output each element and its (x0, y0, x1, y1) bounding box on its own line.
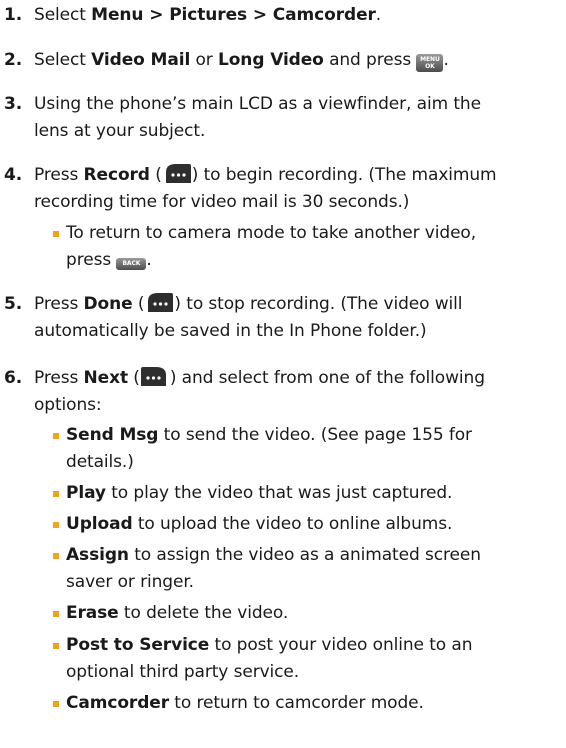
step-text: lens at your subject. (34, 121, 206, 141)
softkey-label-record: Record (83, 165, 150, 185)
option-long-video: Long Video (218, 50, 324, 70)
bullet-marker (53, 701, 59, 707)
option-camcorder: Camcorder to return to camcorder mode. (0, 690, 566, 717)
bullet-marker (53, 553, 59, 559)
option-label: Upload (66, 514, 133, 534)
option-text: to delete the video. (118, 603, 289, 623)
option-text: to assign the video as a animated screen (128, 545, 481, 565)
step-text: ( (128, 368, 140, 388)
step-text: ) and select from one of the following (169, 368, 485, 388)
softkey-ellipsis-icon (140, 365, 170, 387)
bullet-text: press (66, 250, 117, 270)
step-number: 4. (4, 165, 23, 185)
option-text: saver or ringer. (66, 572, 194, 592)
bullet-marker (53, 433, 59, 439)
option-label: Assign (66, 545, 129, 565)
option-text: to post your video online to an (209, 635, 473, 655)
bullet-marker (53, 643, 59, 649)
step-number: 3. (4, 94, 23, 114)
step-text: . (443, 50, 449, 70)
softkey-ellipsis-icon (162, 162, 192, 184)
step-number: 5. (4, 294, 23, 314)
option-label: Play (66, 483, 106, 503)
option-label: Send Msg (66, 425, 159, 445)
back-key-icon: BACK (116, 258, 147, 270)
step-text: ) to begin recording. (The maximum (191, 165, 497, 185)
bullet-marker (53, 611, 59, 617)
option-text: to send the video. (See page 155 for (158, 425, 472, 445)
step-text: ) to stop recording. (The video will (174, 294, 463, 314)
step-text: Select (34, 5, 92, 25)
option-label: Camcorder (66, 693, 169, 713)
option-text: to return to camcorder mode. (168, 693, 424, 713)
step-text: Using the phone’s main LCD as a viewfind… (34, 94, 481, 114)
step-text: . (375, 5, 382, 25)
step-text: recording time for video mail is 30 seco… (34, 192, 410, 212)
step-text: Press (34, 368, 84, 388)
option-upload: Upload to upload the video to online alb… (0, 511, 566, 538)
step-text: and press (323, 50, 417, 70)
option-label: Erase (66, 603, 119, 623)
menu-ok-key-icon: MENU OK (416, 54, 444, 72)
bullet-marker (53, 231, 59, 237)
option-play: Play to play the video that was just cap… (0, 480, 566, 507)
step-number: 1. (4, 5, 23, 25)
option-send-msg: Send Msg to send the video. (See page 15… (0, 422, 566, 476)
option-assign: Assign to assign the video as a animated… (0, 542, 566, 596)
bullet-marker (53, 491, 59, 497)
bullet-text: To return to camera mode to take another… (66, 223, 477, 243)
step-text: Select (34, 50, 92, 70)
option-label: Post to Service (66, 635, 210, 655)
step-text: automatically be saved in the In Phone f… (34, 321, 427, 341)
step-text: Press (34, 165, 84, 185)
step-1: 1. Select Menu > Pictures > Camcorder. (0, 2, 566, 29)
step-2: 2. Select Video Mail or Long Video and p… (0, 47, 566, 74)
option-erase: Erase to delete the video. (0, 600, 566, 627)
step-text: ( (149, 165, 162, 185)
option-text: optional third party service. (66, 662, 300, 682)
step-4: 4. Press Record ( ) to begin recording. (… (0, 162, 566, 216)
menu-path: Menu > Pictures > Camcorder (91, 5, 376, 25)
step-number: 6. (4, 368, 23, 388)
step-4-bullet: To return to camera mode to take another… (0, 220, 566, 274)
bullet-marker (53, 522, 59, 528)
softkey-label-done: Done (83, 294, 133, 314)
step-text: or (190, 50, 218, 70)
option-text: to play the video that was just captured… (105, 483, 453, 503)
step-text: Press (34, 294, 84, 314)
option-video-mail: Video Mail (91, 50, 191, 70)
option-text: to upload the video to online albums. (132, 514, 453, 534)
option-post-to-service: Post to Service to post your video onlin… (0, 632, 566, 686)
step-text: ( (132, 294, 145, 314)
step-3: 3. Using the phone’s main LCD as a viewf… (0, 91, 566, 145)
bullet-text: . (146, 250, 152, 270)
softkey-label-next: Next (83, 368, 129, 388)
option-text: details.) (66, 452, 134, 472)
instruction-page: 1. Select Menu > Pictures > Camcorder. 2… (0, 0, 566, 748)
step-5: 5. Press Done ( ) to stop recording. (The… (0, 291, 566, 345)
step-6: 6. Press Next ( ) and select from one of … (0, 365, 566, 419)
step-number: 2. (4, 50, 23, 70)
step-text: options: (34, 395, 102, 415)
softkey-ellipsis-icon (144, 291, 174, 313)
